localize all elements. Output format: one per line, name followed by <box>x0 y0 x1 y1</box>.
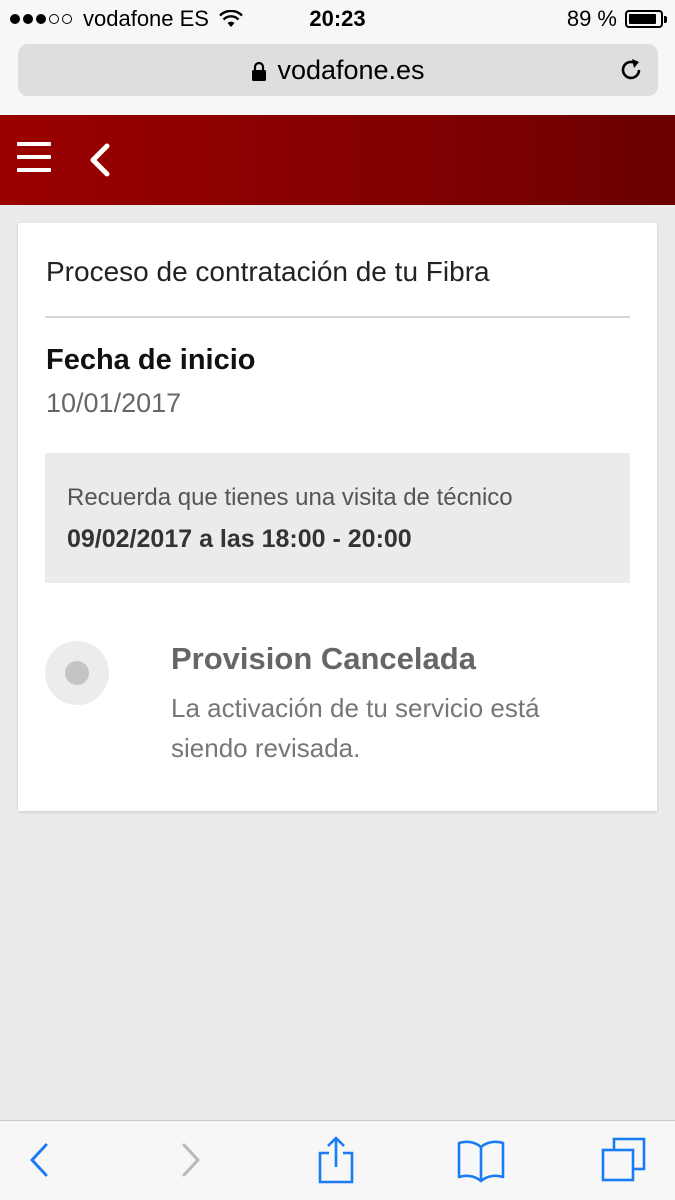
bookmarks-icon[interactable] <box>456 1135 506 1185</box>
battery-status: 89 % <box>566 6 667 32</box>
technician-visit-text: Recuerda que tienes una visita de técnic… <box>67 484 513 511</box>
status-indicator-icon <box>45 641 109 705</box>
app-header <box>0 115 675 205</box>
status-title: Provision Cancelada <box>171 641 476 676</box>
address-bar[interactable]: vodafone.es <box>18 44 658 96</box>
status-description: La activación de tu servicio está siendo… <box>171 693 540 763</box>
browser-chrome: vodafone.es <box>0 38 675 115</box>
browser-toolbar <box>0 1120 675 1200</box>
start-date-label: Fecha de inicio <box>46 344 256 376</box>
lock-icon <box>252 61 267 81</box>
status-bar: vodafone ES 20:23 89 % <box>0 0 675 38</box>
card-title: Proceso de contratación de tu Fibra <box>46 256 490 287</box>
menu-icon[interactable] <box>17 142 51 178</box>
divider <box>45 316 630 318</box>
technician-visit-datetime: 09/02/2017 a las 18:00 - 20:00 <box>67 525 412 553</box>
battery-icon <box>625 10 667 28</box>
contract-process-card: Proceso de contratación de tu Fibra Fech… <box>18 223 657 811</box>
share-icon[interactable] <box>316 1135 356 1185</box>
forward-icon[interactable] <box>176 1135 204 1185</box>
reload-icon[interactable] <box>618 57 644 83</box>
back-icon[interactable] <box>26 1135 54 1185</box>
start-date-value: 10/01/2017 <box>46 388 182 418</box>
url-text: vodafone.es <box>277 55 425 85</box>
technician-visit-box: Recuerda que tienes una visita de técnic… <box>45 453 630 583</box>
url-display[interactable]: vodafone.es <box>18 55 658 86</box>
back-arrow-icon[interactable] <box>88 143 112 177</box>
battery-percent: 89 % <box>566 6 617 31</box>
tabs-icon[interactable] <box>600 1135 648 1185</box>
